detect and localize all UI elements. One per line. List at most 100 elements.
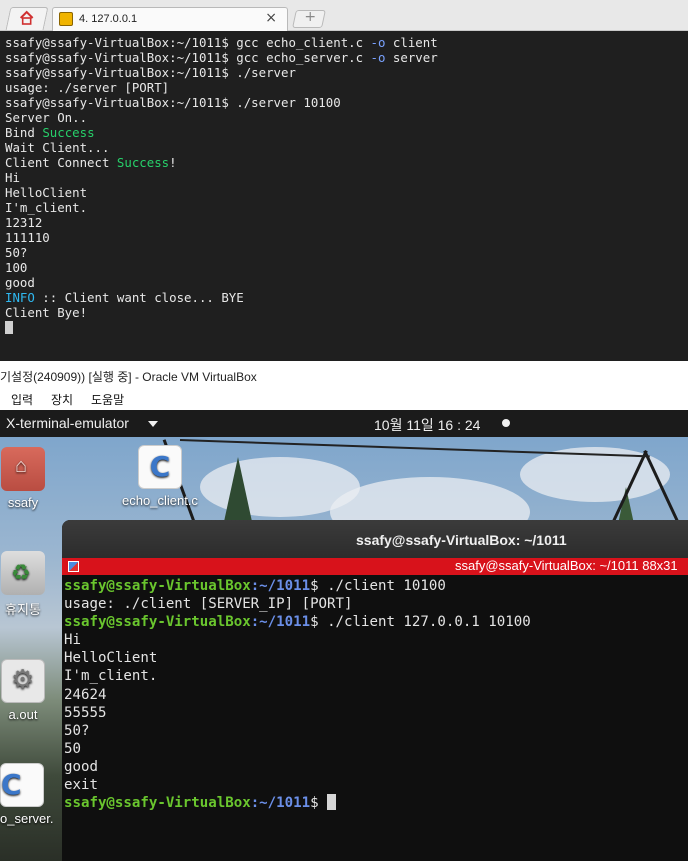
terminal-line: 100 xyxy=(5,260,683,275)
prompt-dir: :~/1011 xyxy=(250,578,311,594)
line-text: Hi xyxy=(5,170,20,185)
terminal-line: 12312 xyxy=(5,215,683,230)
line-text: good xyxy=(64,758,98,775)
terminal-line: ssafy@ssafy-VirtualBox:~/1011$ xyxy=(64,794,686,812)
terminal-line: 111110 xyxy=(5,230,683,245)
success-text: Success xyxy=(116,155,170,170)
xterm-icon xyxy=(68,561,79,572)
terminal-subtitle: ssafy@ssafy-VirtualBox: ~/1011 88x31 xyxy=(455,558,678,573)
success-text: Success xyxy=(42,125,95,140)
terminal-line: Server On.. xyxy=(5,110,683,125)
terminal-line: ssafy@ssafy-VirtualBox:~/1011$ gcc echo_… xyxy=(5,50,683,65)
c-file-icon: C xyxy=(0,763,44,807)
clock[interactable]: 10월 11일 16 : 24 xyxy=(374,415,480,435)
line-text: 111110 xyxy=(5,230,50,245)
line-text: 12312 xyxy=(5,215,43,230)
prompt-user: ssafy@ssafy-VirtualBox xyxy=(64,578,251,594)
line-text: Hi xyxy=(64,632,81,649)
line-text: good xyxy=(5,275,35,290)
terminal-line: ssafy@ssafy-VirtualBox:~/1011$ ./client … xyxy=(64,577,686,595)
desktop-icon-label: 휴지통 xyxy=(5,602,41,617)
notification-dot-icon xyxy=(502,419,510,427)
line-text: Wait Client... xyxy=(5,140,110,155)
session-tab-label: 4. 127.0.0.1 xyxy=(79,13,138,25)
menu-item-input[interactable]: 입력 xyxy=(11,391,33,408)
line-text: client xyxy=(385,35,438,50)
terminal-line: INFO :: Client want close... BYE xyxy=(5,290,683,305)
desktop-icon-label: a.out xyxy=(8,707,38,722)
line-text: 50 xyxy=(64,740,81,757)
desktop-icon-label: echo_client.c xyxy=(122,493,198,508)
info-text: INFO xyxy=(5,290,35,305)
terminal-line: 50? xyxy=(64,722,686,740)
desktop-icon-trash[interactable]: ♻ 휴지통 xyxy=(0,551,46,618)
line-text: Client Connect xyxy=(5,155,117,170)
terminal-line: ssafy@ssafy-VirtualBox:~/1011$ ./client … xyxy=(64,613,686,631)
line-text: ssafy@ssafy-VirtualBox:~/1011$ gcc echo_… xyxy=(5,50,371,65)
line-text: 55555 xyxy=(64,704,107,721)
line-text: 50? xyxy=(5,245,28,260)
line-text: usage: ./client [SERVER_IP] [PORT] xyxy=(64,596,353,613)
line-text: ssafy@ssafy-VirtualBox:~/1011$ gcc echo_… xyxy=(5,35,371,50)
terminal-line: exit xyxy=(64,776,686,794)
line-text: :: Client want close... BYE xyxy=(34,290,244,305)
menu-item-devices[interactable]: 장치 xyxy=(51,391,73,408)
terminal-line: 50 xyxy=(64,740,686,758)
desktop-icon-echo-client[interactable]: C echo_client.c xyxy=(114,445,206,508)
vbox-menu-bar: 입력 장치 도움말 xyxy=(0,389,688,410)
line-text: 50? xyxy=(64,722,90,739)
vbox-title-bar: 기설정(240909)) [실행 중] - Oracle VM VirtualB… xyxy=(0,361,688,389)
vbox-title: 기설정(240909)) [실행 중] - Oracle VM VirtualB… xyxy=(0,370,257,384)
client-terminal-window[interactable]: ssafy@ssafy-VirtualBox: ~/1011 ssafy@ssa… xyxy=(62,520,688,861)
desktop-icon-a-out[interactable]: ⚙ a.out xyxy=(0,659,46,722)
line-text: ssafy@ssafy-VirtualBox:~/1011$ ./server xyxy=(5,65,296,80)
server-terminal[interactable]: ssafy@ssafy-VirtualBox:~/1011$ gcc echo_… xyxy=(0,31,688,361)
line-text: Server On.. xyxy=(5,110,88,125)
line-text: 24624 xyxy=(64,686,107,703)
flag-text: -o xyxy=(370,50,386,65)
terminal-line: Client Bye! xyxy=(5,305,683,320)
home-icon xyxy=(19,10,35,30)
terminal-line: ssafy@ssafy-VirtualBox:~/1011$ gcc echo_… xyxy=(5,35,683,50)
terminal-line: Hi xyxy=(5,170,683,185)
line-text: 100 xyxy=(5,260,28,275)
terminal-line: usage: ./client [SERVER_IP] [PORT] xyxy=(64,595,686,613)
terminal-line: ssafy@ssafy-VirtualBox:~/1011$ ./server … xyxy=(5,95,683,110)
desktop-icon-label: o_server. xyxy=(0,811,54,826)
home-folder-icon xyxy=(1,447,45,491)
line-text: Bind xyxy=(5,125,43,140)
line-text: I'm_client. xyxy=(64,668,158,685)
terminal-header[interactable]: ssafy@ssafy-VirtualBox: ~/1011 xyxy=(62,520,688,558)
terminal-line: HelloClient xyxy=(5,185,683,200)
command-text: $ ./client 10100 xyxy=(310,578,446,594)
terminal-title: ssafy@ssafy-VirtualBox: ~/1011 xyxy=(356,532,567,548)
terminal-line: ssafy@ssafy-VirtualBox:~/1011$ ./server xyxy=(5,65,683,80)
line-text: I'm_client. xyxy=(5,200,88,215)
tab-strip: 4. 127.0.0.1 × + xyxy=(0,0,688,31)
prompt-dir: :~/1011 xyxy=(250,795,311,812)
line-text: ssafy@ssafy-VirtualBox:~/1011$ ./server … xyxy=(5,95,341,110)
terminal-subtitle-bar: ssafy@ssafy-VirtualBox: ~/1011 88x31 xyxy=(62,558,688,575)
trash-icon: ♻ xyxy=(1,551,45,595)
line-text: HelloClient xyxy=(64,650,158,667)
terminal-line: Bind Success xyxy=(5,125,683,140)
menu-item-help[interactable]: 도움말 xyxy=(91,391,124,408)
terminal-line: 24624 xyxy=(64,686,686,704)
app-menu[interactable]: X-terminal-emulator xyxy=(6,415,129,431)
terminal-line: I'm_client. xyxy=(64,667,686,685)
new-tab-button[interactable]: + xyxy=(292,9,326,28)
desktop-icon-label: ssafy xyxy=(7,495,39,510)
home-tab[interactable] xyxy=(5,7,49,30)
line-text: HelloClient xyxy=(5,185,88,200)
executable-icon: ⚙ xyxy=(1,659,45,703)
command-text: $ xyxy=(310,795,328,812)
terminal-line: good xyxy=(64,758,686,776)
close-tab-icon[interactable]: × xyxy=(265,10,277,26)
client-terminal[interactable]: ssafy@ssafy-VirtualBox:~/1011$ ./client … xyxy=(64,577,686,861)
ubuntu-top-bar: X-terminal-emulator 10월 11일 16 : 24 xyxy=(0,410,688,437)
desktop-icon-ssafy[interactable]: ssafy xyxy=(0,447,46,510)
terminal-line: good xyxy=(5,275,683,290)
desktop-icon-echo-server[interactable]: C o_server. xyxy=(0,763,62,826)
chevron-down-icon[interactable] xyxy=(148,421,158,427)
session-tab[interactable]: 4. 127.0.0.1 × xyxy=(52,7,288,31)
